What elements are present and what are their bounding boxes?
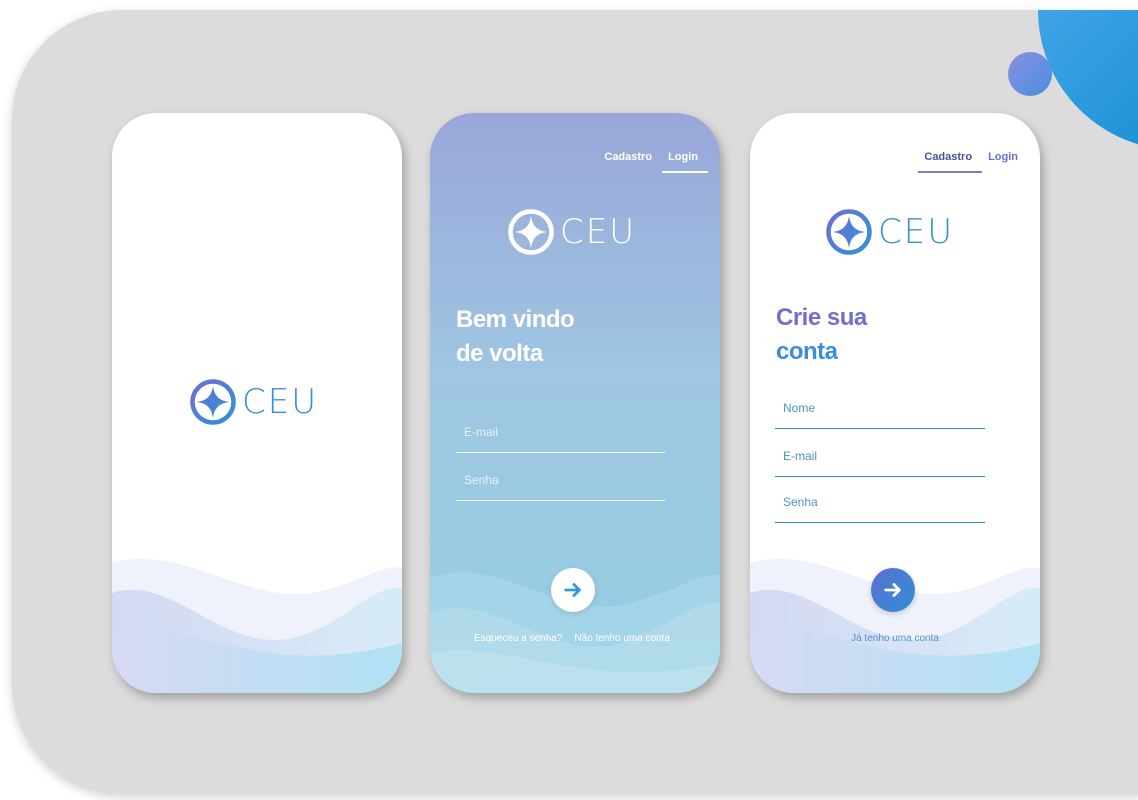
wave-decoration (430, 572, 720, 693)
decorative-dot (1008, 52, 1052, 96)
tab-login[interactable]: Login (988, 151, 1018, 173)
signup-screen: Cadastro Login CEU Crie sua conta Nome E… (750, 113, 1040, 693)
tab-login[interactable]: Login (662, 151, 708, 173)
auth-tabs: Cadastro Login (918, 151, 1018, 173)
wave-decoration (112, 558, 402, 693)
submit-button[interactable] (871, 568, 915, 612)
arrow-right-icon (884, 583, 901, 597)
auth-tabs: Cadastro Login (604, 151, 708, 173)
have-account-link[interactable]: Já tenho uma conta (851, 633, 939, 644)
forgot-password-link[interactable]: Esqueceu a senha? (474, 633, 562, 644)
auth-links: Já tenho uma conta (750, 633, 1040, 644)
tab-cadastro[interactable]: Cadastro (604, 151, 652, 173)
name-field[interactable]: Nome (775, 389, 985, 429)
compass-star-icon (190, 379, 236, 425)
logo-text: CEU (878, 212, 955, 252)
logo-text: CEU (560, 212, 637, 252)
password-field[interactable]: Senha (456, 461, 665, 501)
password-field[interactable]: Senha (775, 483, 985, 523)
signup-logo: CEU (826, 209, 954, 255)
no-account-link[interactable]: Não tenho uma conta (574, 633, 670, 644)
splash-screen: CEU (112, 113, 402, 693)
auth-links: Esqueceu a senha? Não tenho uma conta (474, 633, 670, 644)
logo-text: CEU (242, 382, 319, 422)
login-logo: CEU (508, 209, 636, 255)
email-field[interactable]: E-mail (456, 413, 665, 453)
page-title: Crie sua conta (776, 301, 867, 369)
page-title: Bem vindo de volta (456, 303, 575, 371)
submit-button[interactable] (551, 568, 595, 612)
title-line-2: de volta (456, 340, 543, 367)
compass-star-icon (826, 209, 872, 255)
arrow-right-icon (564, 583, 581, 597)
title-line-1: Bem vindo (456, 306, 575, 333)
compass-star-icon (508, 209, 554, 255)
title-line-1: Crie sua (776, 304, 867, 331)
wave-decoration (750, 558, 1040, 693)
email-field[interactable]: E-mail (775, 437, 985, 477)
title-line-2: conta (776, 338, 838, 365)
tab-cadastro[interactable]: Cadastro (918, 151, 982, 173)
splash-logo: CEU (190, 379, 318, 425)
login-screen: Cadastro Login CEU Bem vindo de volta E-… (430, 113, 720, 693)
